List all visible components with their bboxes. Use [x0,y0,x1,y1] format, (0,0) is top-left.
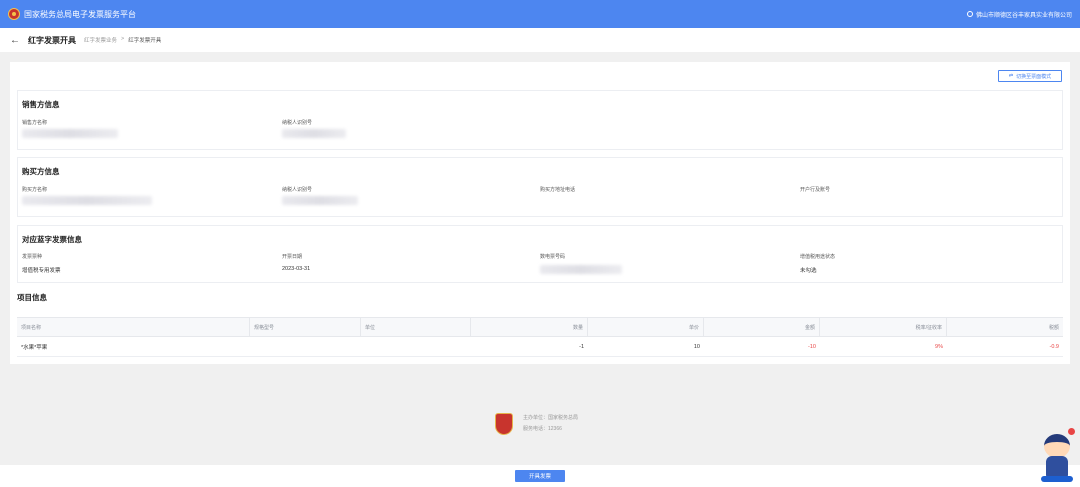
buyer-address-label: 购买方地址电话 [540,187,576,193]
footer-sponsor: 主办单位：国家税务总局 [523,415,579,421]
invoice-type-field: 发票票种 增值税专用发票 [22,253,61,274]
issue-invoice-button[interactable]: 开具发票 [515,470,565,482]
breadcrumb-separator: > [121,36,125,42]
usage-status-label: 增值税用途状态 [800,254,836,260]
breadcrumb-current: 红字发票开具 [128,38,162,44]
mascot-label [1041,476,1073,482]
notification-badge-icon [1068,428,1075,435]
seller-title: 销售方信息 [22,100,60,109]
breadcrumb-item[interactable]: 红字发票业务 [84,36,117,44]
buyer-taxid-label: 纳税人识别号 [282,187,313,193]
col-spec: 规格型号 [250,318,361,336]
seller-taxid-label: 纳税人识别号 [282,120,313,126]
assistant-mascot-icon[interactable] [1040,428,1076,484]
footer-text: 主办单位：国家税务总局 服务电话：12366 [523,413,578,435]
cell-tax: -0.9 [1049,343,1059,350]
col-unit-price: 单价 [588,318,704,336]
invoice-date-label: 开票日期 [282,254,303,260]
col-unit: 单位 [361,318,471,336]
page-header: ← 红字发票开具 红字发票业务 > 红字发票开具 [0,28,1080,52]
invoice-number-field: 数电票号码 [540,253,622,274]
arrow-left-icon[interactable]: ← [10,35,20,46]
brand[interactable]: 国家税务总局电子发票服务平台 [8,8,136,20]
tax-bureau-emblem-icon [495,413,513,435]
col-tax-rate: 税率/征收率 [820,318,947,336]
buyer-bank-label: 开户行及账号 [800,187,831,193]
invoice-type-label: 发票票种 [22,254,43,260]
buyer-name-label: 购买方名称 [22,187,48,193]
items-table: 项目名称 规格型号 单位 数量 单价 金额 税率/征收率 税额 *水果*苹果 -… [17,317,1063,357]
items-title: 项目信息 [17,293,47,302]
cell-spec [250,337,361,356]
col-tax: 税额 [1048,324,1059,331]
cell-unit-price: 10 [693,343,700,350]
invoice-date-value: 2023-03-31 [282,266,311,272]
swap-icon: ⇄ [1008,73,1014,79]
cell-item-name: *水果*苹果 [21,344,48,351]
seller-taxid-field: 纳税人识别号 [282,119,346,138]
user-menu[interactable]: 佛山市顺德区谷丰家具实业有限公司 [966,10,1072,19]
col-quantity: 数量 [471,318,588,336]
app-title: 国家税务总局电子发票服务平台 [24,9,136,19]
invoice-type-value: 增值税专用发票 [22,268,61,274]
col-amount: 金额 [704,318,820,336]
top-bar: 国家税务总局电子发票服务平台 佛山市顺德区谷丰家具实业有限公司 [0,0,1080,28]
redacted-value [282,196,358,205]
buyer-address-field: 购买方地址电话 [540,186,575,193]
buyer-taxid-field: 纳税人识别号 [282,186,358,205]
buyer-bank-field: 开户行及账号 [800,186,830,193]
buyer-name-field: 购买方名称 [22,186,152,205]
redacted-value [22,129,118,138]
switch-view-label: 切换至票面模式 [1016,73,1052,80]
main-panel: ⇄ 切换至票面模式 销售方信息 销售方名称 纳税人识别号 购买方信息 购买方名称… [10,62,1070,364]
usage-status-field: 增值税用途状态 未勾选 [800,253,835,274]
cell-tax-rate: 9% [935,343,943,350]
redacted-value [282,129,346,138]
buyer-title: 购买方信息 [22,167,60,176]
cell-quantity: -1 [579,343,584,350]
invoice-number-label: 数电票号码 [540,254,566,260]
mascot-body [1046,456,1068,478]
tax-emblem-icon [8,8,20,20]
user-name: 佛山市顺德区谷丰家具实业有限公司 [975,12,1072,19]
table-row: *水果*苹果 -1 10 -10 9% -0.9 [17,337,1063,357]
footer: 主办单位：国家税务总局 服务电话：12366 [495,413,578,435]
cell-unit [361,337,471,356]
cell-amount: -10 [808,343,816,350]
user-icon [966,11,973,17]
page-title: 红字发票开具 [28,35,76,45]
footer-hotline: 服务电话：12366 [523,426,562,432]
blue-invoice-title: 对应蓝字发票信息 [22,235,82,244]
seller-name-field: 销售方名称 [22,119,118,138]
mascot-head [1044,434,1070,458]
col-item-name: 项目名称 [17,318,250,336]
seller-section: 销售方信息 销售方名称 纳税人识别号 [17,90,1063,150]
switch-view-button[interactable]: ⇄ 切换至票面模式 [998,70,1062,82]
action-bar: 开具发票 [0,465,1080,487]
usage-status-value: 未勾选 [800,268,817,274]
buyer-section: 购买方信息 购买方名称 纳税人识别号 购买方地址电话 开户行及账号 [17,157,1063,217]
redacted-value [540,265,622,274]
table-header: 项目名称 规格型号 单位 数量 单价 金额 税率/征收率 税额 [17,317,1063,337]
breadcrumb: 红字发票业务 > 红字发票开具 [84,36,161,44]
blue-invoice-section: 对应蓝字发票信息 发票票种 增值税专用发票 开票日期 2023-03-31 数电… [17,225,1063,283]
seller-name-label: 销售方名称 [22,120,48,126]
redacted-value [22,196,152,205]
invoice-date-field: 开票日期 2023-03-31 [282,253,310,272]
